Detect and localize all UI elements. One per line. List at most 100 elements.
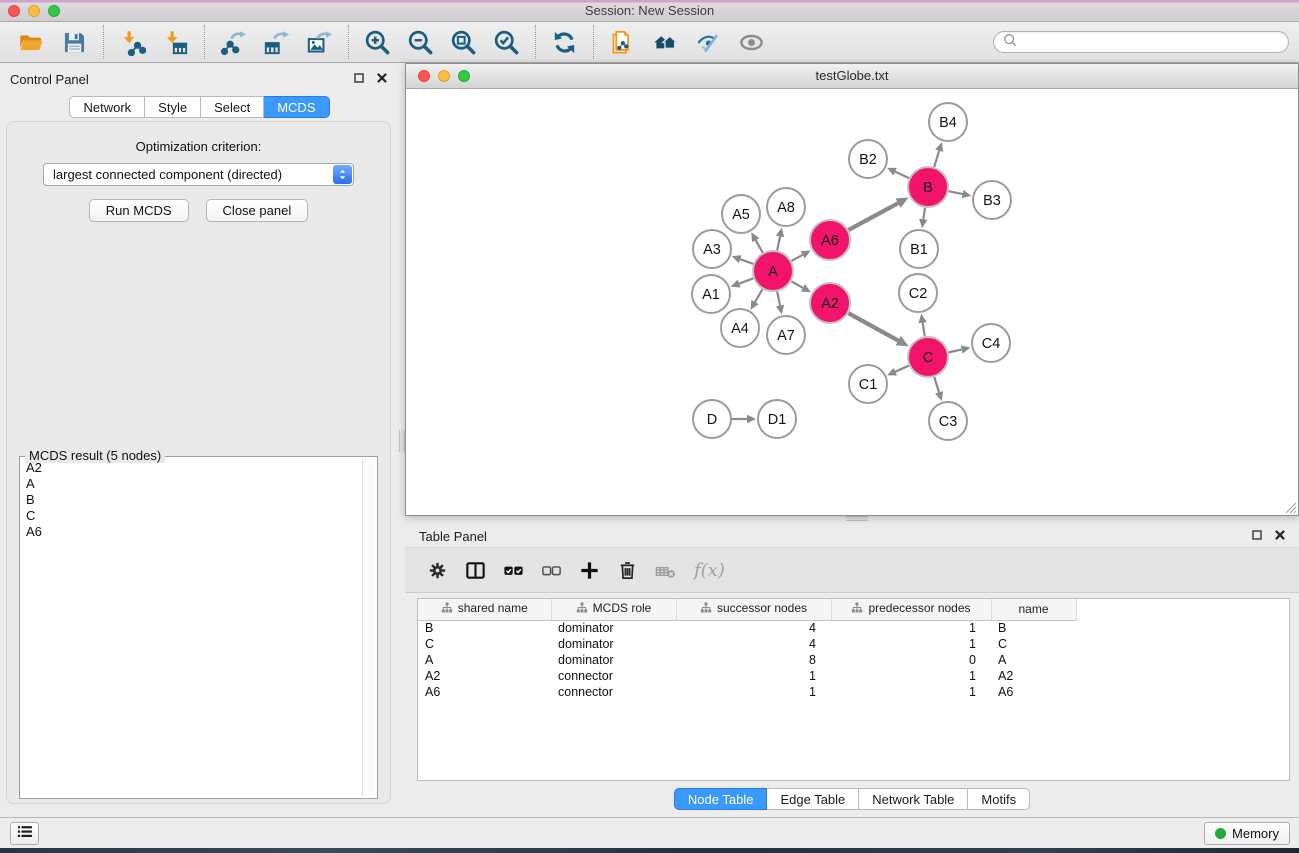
refresh-button[interactable] [543, 24, 586, 60]
edge-A-A3[interactable] [740, 259, 753, 264]
column-header-shared-name[interactable]: shared name [418, 599, 551, 620]
open-session-button[interactable] [10, 24, 53, 60]
result-item[interactable]: B [22, 492, 360, 508]
edge-A2-C[interactable] [848, 313, 898, 340]
tab-mcds[interactable]: MCDS [264, 96, 329, 118]
table-row[interactable]: A2connector11A2 [418, 668, 1076, 684]
table-row[interactable]: A6connector11A6 [418, 684, 1076, 700]
edge-C-C4[interactable] [948, 350, 961, 353]
close-window-button[interactable] [8, 5, 20, 17]
unselect-columns-button[interactable] [535, 554, 567, 586]
edge-A-A1[interactable] [739, 278, 753, 283]
table-row[interactable]: Cdominator41C [418, 636, 1076, 652]
close-panel-button[interactable]: Close panel [206, 199, 309, 222]
search-input[interactable] [1023, 35, 1280, 50]
export-table-button[interactable] [255, 24, 298, 60]
save-session-button[interactable] [53, 24, 96, 60]
zoom-out-button[interactable] [399, 24, 442, 60]
resize-grip-icon[interactable] [1283, 500, 1297, 514]
edge-C-C3[interactable] [934, 377, 939, 392]
node-label-C: C [923, 350, 933, 366]
table-cell: A2 [418, 668, 551, 684]
table-cell: connector [551, 668, 676, 684]
control-panel-close-button[interactable] [375, 72, 389, 86]
edge-B-B1[interactable] [923, 208, 925, 220]
split-columns-icon [464, 559, 487, 582]
table-settings-button[interactable] [421, 554, 453, 586]
network-traffic-lights [418, 70, 470, 82]
table-panel-close-button[interactable] [1273, 529, 1287, 543]
function-builder-button[interactable]: f(x) [694, 560, 725, 581]
column-header-predecessor-nodes[interactable]: predecessor nodes [831, 599, 991, 620]
result-item[interactable]: A [22, 476, 360, 492]
split-columns-button[interactable] [459, 554, 491, 586]
import-table-button[interactable] [154, 24, 197, 60]
add-column-button[interactable] [573, 554, 605, 586]
zoom-fit-button[interactable] [442, 24, 485, 60]
run-mcds-button[interactable]: Run MCDS [89, 199, 189, 222]
show-graphics-button[interactable] [730, 24, 773, 60]
zoom-out-icon [407, 29, 434, 56]
zoom-in-button[interactable] [356, 24, 399, 60]
column-header-name[interactable]: name [991, 599, 1076, 620]
edge-A-A7[interactable] [777, 292, 780, 306]
table-cell: A2 [991, 668, 1076, 684]
result-item[interactable]: A6 [22, 524, 360, 540]
open-network-file-button[interactable] [601, 24, 644, 60]
home-button[interactable] [644, 24, 687, 60]
edge-C-C2[interactable] [923, 323, 925, 337]
select-columns-button[interactable] [497, 554, 529, 586]
result-item[interactable]: A2 [22, 460, 360, 476]
edge-B-B3[interactable] [949, 191, 963, 194]
edge-A-A5[interactable] [756, 240, 763, 253]
memory-button[interactable]: Memory [1204, 822, 1290, 845]
network-close-button[interactable] [418, 70, 430, 82]
search-box[interactable] [993, 31, 1289, 53]
tab-network[interactable]: Network [69, 96, 145, 118]
tab-node-table[interactable]: Node Table [674, 788, 768, 810]
node-label-A1: A1 [702, 287, 720, 303]
network-canvas[interactable]: B4B2BB3A5A8A6A3B1AA1C2A2A4A7CC4C1C3DD1 [406, 90, 1298, 515]
tab-motifs[interactable]: Motifs [968, 788, 1030, 810]
edge-A-A6[interactable] [791, 255, 802, 261]
task-history-button[interactable] [10, 822, 39, 845]
edge-B-B2[interactable] [895, 172, 909, 178]
table-cell: 8 [676, 652, 831, 668]
export-image-button[interactable] [298, 24, 341, 60]
delete-column-icon [616, 559, 639, 582]
zoom-selected-button[interactable] [485, 24, 528, 60]
tab-network-table[interactable]: Network Table [859, 788, 968, 810]
table-row[interactable]: Adominator80A [418, 652, 1076, 668]
tab-edge-table[interactable]: Edge Table [767, 788, 859, 810]
network-minimize-button[interactable] [438, 70, 450, 82]
network-view-window: testGlobe.txt B4B2BB3A5A8A6A3B1AA1C2A2A4… [405, 63, 1299, 516]
result-list-scrollbar[interactable] [362, 459, 375, 796]
edge-A6-B[interactable] [848, 203, 898, 230]
edge-B-B4[interactable] [934, 151, 939, 167]
column-header-MCDS-role[interactable]: MCDS role [551, 599, 676, 620]
export-network-button[interactable] [212, 24, 255, 60]
optimization-criterion-label: Optimization criterion: [7, 139, 390, 154]
tab-style[interactable]: Style [145, 96, 201, 118]
import-network-button[interactable] [111, 24, 154, 60]
edge-A-A4[interactable] [755, 289, 762, 302]
delete-table-button[interactable] [649, 554, 681, 586]
table-row[interactable]: Bdominator41B [418, 620, 1076, 636]
edge-A-A2[interactable] [791, 281, 803, 288]
table-panel-float-button[interactable] [1250, 529, 1264, 543]
hide-graphics-button[interactable] [687, 24, 730, 60]
delete-column-button[interactable] [611, 554, 643, 586]
column-header-successor-nodes[interactable]: successor nodes [676, 599, 831, 620]
mcds-result-box: MCDS result (5 nodes) A2ABCA6 [19, 456, 378, 799]
network-zoom-button[interactable] [458, 70, 470, 82]
edge-A-A8[interactable] [777, 236, 780, 250]
optimization-criterion-dropdown[interactable]: largest connected component (directed) [43, 163, 354, 186]
control-panel-float-button[interactable] [352, 72, 366, 86]
tab-select[interactable]: Select [201, 96, 264, 118]
result-item[interactable]: C [22, 508, 360, 524]
edge-C-C1[interactable] [895, 366, 908, 372]
close-icon [1274, 529, 1286, 544]
node-label-B2: B2 [859, 152, 877, 168]
zoom-window-button[interactable] [48, 5, 60, 17]
minimize-window-button[interactable] [28, 5, 40, 17]
